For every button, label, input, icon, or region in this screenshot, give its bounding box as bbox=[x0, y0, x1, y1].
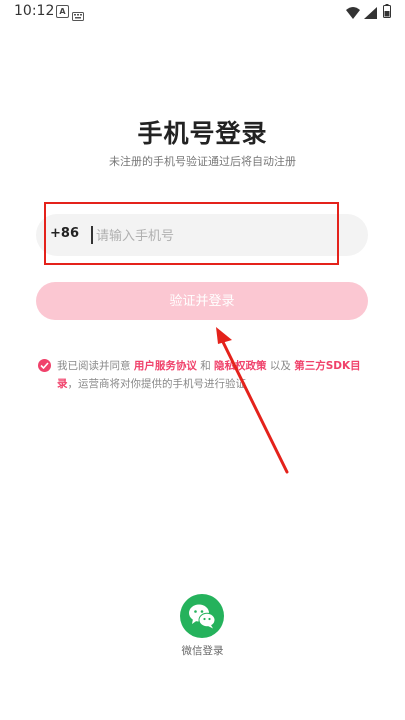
privacy-policy-link[interactable]: 隐私权政策 bbox=[214, 360, 267, 372]
text-caret bbox=[91, 226, 93, 244]
page-title: 手机号登录 bbox=[137, 119, 268, 148]
user-agreement-link[interactable]: 用户服务协议 bbox=[134, 360, 197, 372]
a-icon: A bbox=[56, 5, 69, 18]
agreement-text: 我已阅读并同意 用户服务协议 和 隐私权政策 以及 第三方SDK目录，运营商将对… bbox=[57, 357, 367, 393]
agreement-checkbox[interactable] bbox=[38, 359, 51, 372]
agreement-prefix: 我已阅读并同意 bbox=[57, 360, 131, 372]
wechat-icon bbox=[189, 604, 216, 629]
phone-number-input[interactable] bbox=[94, 223, 358, 249]
country-code[interactable]: +86 bbox=[50, 226, 79, 241]
keyboard-icon bbox=[72, 6, 84, 25]
wechat-login-label: 微信登录 bbox=[181, 645, 224, 657]
status-time: 10:12 bbox=[14, 3, 55, 19]
wechat-login-button[interactable] bbox=[180, 594, 224, 638]
status-bar: 10:12 A bbox=[0, 0, 405, 24]
agreement-suffix: ，运营商将对你提供的手机号进行验证 bbox=[67, 378, 247, 390]
signal-icon bbox=[364, 4, 377, 23]
agreement-and2: 以及 bbox=[269, 360, 291, 372]
agreement-and: 和 bbox=[200, 360, 211, 372]
battery-icon bbox=[383, 3, 391, 22]
phone-input-row[interactable]: +86 bbox=[36, 214, 368, 256]
wifi-icon bbox=[346, 4, 360, 23]
verify-login-button[interactable]: 验证并登录 bbox=[36, 282, 368, 320]
page-subtitle: 未注册的手机号验证通过后将自动注册 bbox=[109, 155, 296, 168]
